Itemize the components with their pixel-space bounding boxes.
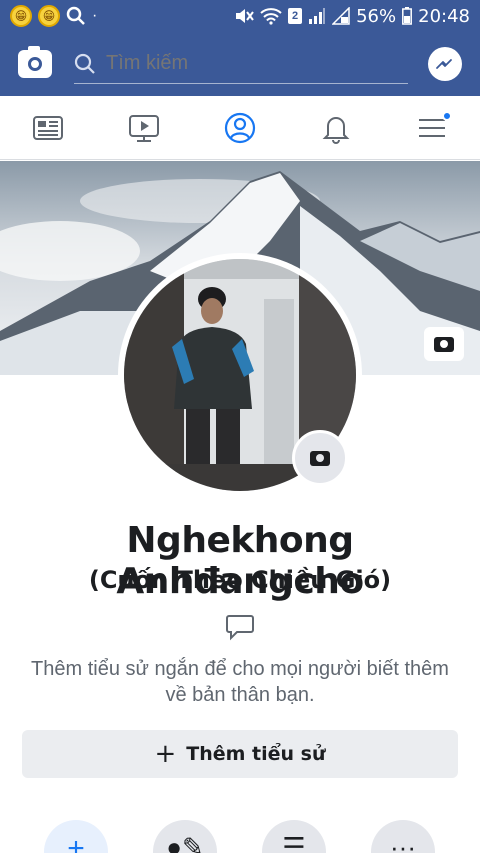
- tab-profile[interactable]: [210, 98, 270, 158]
- plus-icon: +: [67, 832, 85, 853]
- add-bio-button[interactable]: + Thêm tiểu sử: [22, 730, 458, 778]
- speech-bubble-icon: [226, 615, 254, 641]
- signal-icon: [332, 7, 350, 25]
- edit-profile-button[interactable]: ●✎: [153, 820, 217, 853]
- add-story-button[interactable]: +: [44, 820, 108, 853]
- cover-camera-icon[interactable]: [424, 327, 464, 361]
- list-icon: ☰: [282, 832, 306, 853]
- status-right: 2 56% 20:48: [234, 6, 470, 27]
- search-icon: [74, 53, 95, 74]
- news-feed-icon: [33, 115, 63, 140]
- more-options-button[interactable]: ···: [371, 820, 435, 853]
- edit-profile-icon: ●✎: [166, 832, 204, 853]
- plus-icon: +: [154, 739, 177, 769]
- wifi-icon: [260, 8, 282, 25]
- search-input[interactable]: [106, 52, 366, 75]
- sim-badge: 2: [288, 8, 303, 24]
- camera-icon[interactable]: [18, 46, 52, 78]
- tab-watch[interactable]: [114, 98, 174, 158]
- messenger-icon[interactable]: [428, 47, 462, 81]
- alternate-name: (Cuốn Theo Chiều Gió): [88, 566, 392, 594]
- tab-menu[interactable]: [402, 98, 462, 158]
- battery-percent: 56%: [356, 5, 397, 27]
- activity-log-button[interactable]: ☰: [262, 820, 326, 853]
- emoji-notification-icon: 😁: [38, 5, 60, 27]
- dot-icon: ·: [92, 7, 98, 24]
- tab-notifications[interactable]: [306, 98, 366, 158]
- add-bio-label: Thêm tiểu sử: [186, 743, 326, 765]
- tab-news-feed[interactable]: [18, 98, 78, 158]
- clock: 20:48: [418, 5, 470, 27]
- more-icon: ···: [390, 832, 416, 853]
- battery-icon: [402, 7, 413, 25]
- profile-icon: [224, 112, 256, 143]
- app-header: [0, 32, 480, 96]
- status-left: 😁 😁 ·: [10, 5, 97, 27]
- mute-icon: [236, 9, 254, 23]
- video-icon: [129, 114, 159, 142]
- search-bar[interactable]: [74, 44, 408, 84]
- signal-icon: [309, 8, 326, 24]
- emoji-notification-icon: 😁: [10, 5, 32, 27]
- tab-bar: [0, 96, 480, 160]
- bio-hint: Thêm tiểu sử ngắn để cho mọi người biết …: [31, 658, 449, 706]
- status-bar: 😁 😁 · 2 56% 20:48: [0, 0, 480, 32]
- bell-icon: [322, 116, 350, 144]
- search-notification-icon: [66, 6, 85, 25]
- profile-camera-icon[interactable]: [292, 430, 348, 486]
- notification-dot: [442, 110, 452, 121]
